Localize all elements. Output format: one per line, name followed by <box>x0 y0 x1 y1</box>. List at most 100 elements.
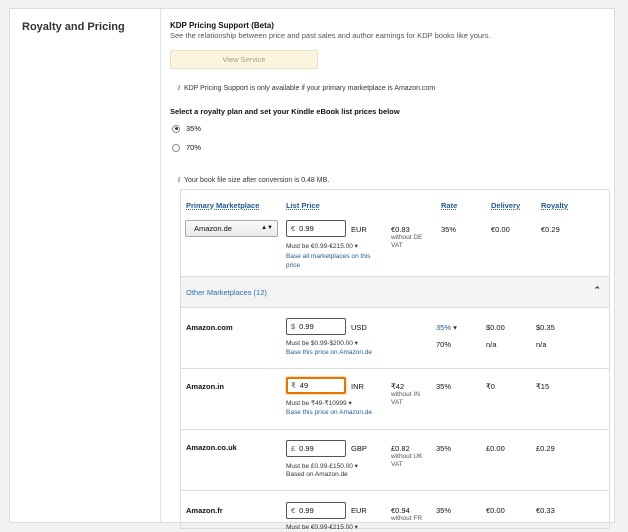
currency-symbol: ₹ <box>291 381 296 390</box>
kdp-pricing-description: See the relationship between price and p… <box>170 31 491 40</box>
chevron-down-icon: ▾ <box>453 323 457 332</box>
converted-value: £0.82 <box>391 444 410 453</box>
pricing-support-note-text: KDP Pricing Support is only available if… <box>183 85 436 92</box>
currency-symbol: $ <box>291 322 296 331</box>
radio-70-label: 70% <box>186 143 202 152</box>
chevron-down-icon[interactable]: ▾ <box>355 463 358 470</box>
converted-price: €0.94 without FR <box>391 506 422 523</box>
view-service-button[interactable]: View Service <box>170 50 318 69</box>
converted-value: ₹42 <box>391 382 405 391</box>
primary-rate: 35% <box>441 225 457 234</box>
price-value: 0.99 <box>299 444 314 453</box>
converted-note-2: VAT <box>391 461 403 468</box>
primary-delivery: €0.00 <box>491 225 510 234</box>
primary-price-range-text: Must be €0.99-€215.00 <box>286 243 353 250</box>
primary-converted-note-2: VAT <box>391 242 403 249</box>
chevron-down-icon[interactable]: ▾ <box>355 243 358 250</box>
rate-value: 35% <box>436 506 452 515</box>
price-value: 0.99 <box>299 506 314 515</box>
marketplace-row: Amazon.in ₹49 INR ₹42 without IN VAT 35%… <box>181 370 609 430</box>
primary-price-input[interactable]: €0.99 <box>286 220 346 237</box>
rate-value-alt: 70% <box>436 340 452 349</box>
price-input[interactable]: $0.99 <box>286 318 346 335</box>
header-list-price[interactable]: List Price <box>286 201 320 210</box>
chevron-down-icon[interactable]: ▾ <box>348 400 351 407</box>
other-marketplaces-toggle[interactable]: Other Marketplaces (12) ⌃ <box>181 276 609 308</box>
marketplace-name: Amazon.co.uk <box>186 443 237 452</box>
price-range: Must be £0.99-£150.00 ▾ <box>286 462 358 470</box>
currency-symbol: £ <box>291 444 296 453</box>
delivery-value: $0.00 <box>486 323 505 332</box>
marketplace-name: Amazon.fr <box>186 506 223 515</box>
converted-value: €0.94 <box>391 506 410 515</box>
price-range-text: Must be ₹49-₹10999 <box>286 400 347 407</box>
rate-value: 35% <box>436 444 452 453</box>
delivery-value: £0.00 <box>486 444 505 453</box>
section-title: Royalty and Pricing <box>22 21 125 33</box>
royalty-value: $0.35 <box>536 323 555 332</box>
rate-value: 35% <box>436 382 452 391</box>
marketplace-name: Amazon.in <box>186 382 224 391</box>
rate-value: 35% <box>436 323 452 332</box>
currency-code: INR <box>351 382 364 391</box>
chevron-down-icon[interactable]: ▾ <box>355 524 358 531</box>
header-rate[interactable]: Rate <box>441 201 457 210</box>
currency-code: USD <box>351 323 367 332</box>
base-price-link[interactable]: Base this price on Amazon.de <box>286 348 372 357</box>
price-input[interactable]: £0.99 <box>286 440 346 457</box>
base-price-link[interactable]: Base this price on Amazon.de <box>286 408 372 417</box>
header-primary-marketplace[interactable]: Primary Marketplace <box>186 201 259 210</box>
info-icon: i <box>178 176 180 184</box>
royalty-value: ₹15 <box>536 382 550 391</box>
radio-70[interactable]: 70% <box>172 143 201 152</box>
primary-marketplace-select[interactable]: Amazon.de ▲▼ <box>185 220 278 237</box>
primary-price-value: 0.99 <box>299 224 314 233</box>
chevron-up-icon[interactable]: ⌃ <box>593 285 601 296</box>
primary-converted-value: €0.83 <box>391 225 410 234</box>
radio-button[interactable] <box>172 143 180 152</box>
converted-price: ₹42 without IN VAT <box>391 382 420 407</box>
royalty-value: £0.29 <box>536 444 555 453</box>
pricing-main: KDP Pricing Support (Beta) See the relat… <box>170 9 614 531</box>
base-all-marketplaces-link[interactable]: Base all marketplaces on this price <box>286 252 386 270</box>
marketplace-row: Amazon.co.uk £0.99 GBP £0.82 without UK … <box>181 431 609 491</box>
converted-note: without UK <box>391 453 423 460</box>
converted-note-2: VAT <box>391 399 403 406</box>
royalty-pricing-panel: Royalty and Pricing KDP Pricing Support … <box>9 8 615 531</box>
converted-note: without IN <box>391 391 420 398</box>
price-range-text: Must be €0.99-€215.00 <box>286 524 353 531</box>
delivery-value: ₹0 <box>486 382 495 391</box>
price-value: 0.99 <box>299 322 314 331</box>
radio-button-selected[interactable] <box>172 124 180 133</box>
primary-price-range: Must be €0.99-€215.00 ▾ <box>286 242 358 250</box>
other-marketplaces-label[interactable]: Other Marketplaces (12) <box>186 288 267 297</box>
primary-currency: EUR <box>351 225 367 234</box>
chevron-down-icon[interactable]: ▾ <box>355 340 358 347</box>
price-input[interactable]: ₹49 <box>286 377 346 394</box>
currency-code: EUR <box>351 506 367 515</box>
price-range-text: Must be $0.99-$200.00 <box>286 340 353 347</box>
header-royalty[interactable]: Royalty <box>541 201 568 210</box>
currency-symbol: € <box>291 224 296 233</box>
price-range-text: Must be £0.99-£150.00 <box>286 463 353 470</box>
kdp-pricing-title: KDP Pricing Support (Beta) <box>170 21 274 30</box>
royalty-value-alt: n/a <box>536 340 547 349</box>
header-delivery[interactable]: Delivery <box>491 201 520 210</box>
rate-dropdown[interactable]: 35% ▾ <box>436 323 457 332</box>
primary-converted-note: without DE <box>391 234 423 241</box>
price-range: Must be $0.99-$200.00 ▾ <box>286 339 358 347</box>
price-input[interactable]: €0.99 <box>286 502 346 519</box>
delivery-value: €0.00 <box>486 506 505 515</box>
marketplace-row: Amazon.fr €0.99 EUR €0.94 without FR 35%… <box>181 492 609 532</box>
currency-symbol: € <box>291 506 296 515</box>
currency-code: GBP <box>351 444 367 453</box>
pricing-table: Primary Marketplace List Price Rate Deli… <box>180 189 610 532</box>
file-size-note-text: Your book file size after conversion is … <box>183 177 330 184</box>
radio-35[interactable]: 35% <box>172 124 201 133</box>
radio-35-label: 35% <box>186 124 202 133</box>
file-size-note: i Your book file size after conversion is… <box>178 176 329 184</box>
based-on-note: Based on Amazon.de <box>286 471 348 478</box>
price-value: 49 <box>299 381 309 390</box>
converted-note: without FR <box>391 515 423 522</box>
marketplace-row: Amazon.com $0.99 USD 35% ▾ 70% $0.00 n/a… <box>181 308 609 369</box>
